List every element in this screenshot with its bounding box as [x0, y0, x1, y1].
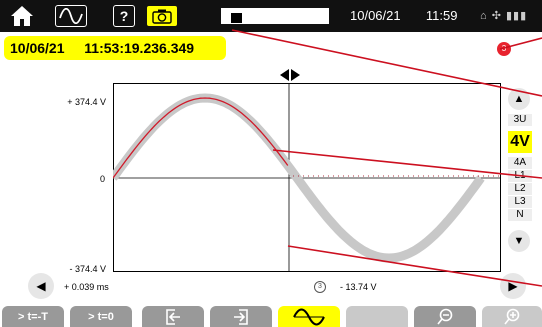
- y-tick-top: + 374.4 V: [67, 97, 106, 107]
- cursor-handle-icon[interactable]: [280, 69, 300, 81]
- cursor-right-button[interactable]: ▶: [500, 273, 526, 299]
- softkey-exit-right[interactable]: [210, 306, 272, 327]
- channel-l2[interactable]: L2: [508, 183, 532, 195]
- help-tab[interactable]: ?: [113, 5, 135, 27]
- softkey-t-minus-t[interactable]: > t=-T: [2, 306, 64, 327]
- exit-right-icon: [234, 308, 248, 325]
- softkey-wave[interactable]: [278, 306, 340, 327]
- camera-icon: [152, 9, 172, 24]
- cursor-left-button[interactable]: ◀: [28, 273, 54, 299]
- home-icon[interactable]: [6, 3, 38, 29]
- softkey-zoom-out[interactable]: [414, 306, 476, 327]
- progress-fill: [231, 13, 242, 23]
- clock: 10/06/21 11:59: [350, 0, 457, 32]
- channel-up-button[interactable]: ▲: [508, 88, 530, 110]
- channel-l1[interactable]: L1: [508, 170, 532, 182]
- softkey-empty: [346, 306, 408, 327]
- waveform-chart: [113, 83, 501, 272]
- top-bar: ? 10/06/21 11:59 ⌂ ✣ ▮▮▮: [0, 0, 542, 32]
- capture-count-badge: 3: [497, 42, 511, 56]
- screen: ? 10/06/21 11:59 ⌂ ✣ ▮▮▮ 10/06/21 11:53:…: [0, 0, 542, 327]
- y-tick-bottom: - 374.4 V: [69, 264, 106, 274]
- softkey-zoom-in[interactable]: [482, 306, 542, 327]
- capture-timestamp: 10/06/21 11:53:19.236.349: [4, 36, 226, 60]
- camera-tab[interactable]: [146, 5, 178, 27]
- cursor-value: - 13.74 V: [340, 282, 377, 292]
- timestamp-time: 11:53:19.236.349: [84, 40, 195, 56]
- softkey-t-zero[interactable]: > t=0: [70, 306, 132, 327]
- channel-down-button[interactable]: ▼: [508, 230, 530, 252]
- help-label: ?: [119, 8, 129, 24]
- clock-date: 10/06/21: [350, 8, 401, 23]
- timestamp-date: 10/06/21: [10, 40, 65, 56]
- channel-4a[interactable]: 4A: [508, 157, 532, 169]
- wave-icon: [293, 308, 325, 325]
- softkey-exit-left[interactable]: [142, 306, 204, 327]
- cursor-time: + 0.039 ms: [64, 282, 109, 292]
- status-icons: ⌂ ✣ ▮▮▮: [480, 10, 528, 22]
- zoom-out-icon: [437, 308, 453, 324]
- recording-progress-bar: [221, 8, 329, 24]
- channel-3u[interactable]: 3U: [508, 114, 532, 126]
- cursor-channel-badge: 3: [314, 281, 326, 293]
- y-tick-zero: 0: [99, 174, 105, 184]
- clock-time: 11:59: [425, 8, 458, 23]
- zoom-in-icon: [504, 308, 520, 324]
- channel-l3[interactable]: L3: [508, 196, 532, 208]
- channel-4v-selected[interactable]: 4V: [508, 131, 532, 153]
- exit-left-icon: [166, 308, 180, 325]
- waveform-icon[interactable]: [55, 5, 87, 27]
- channel-n[interactable]: N: [508, 209, 532, 221]
